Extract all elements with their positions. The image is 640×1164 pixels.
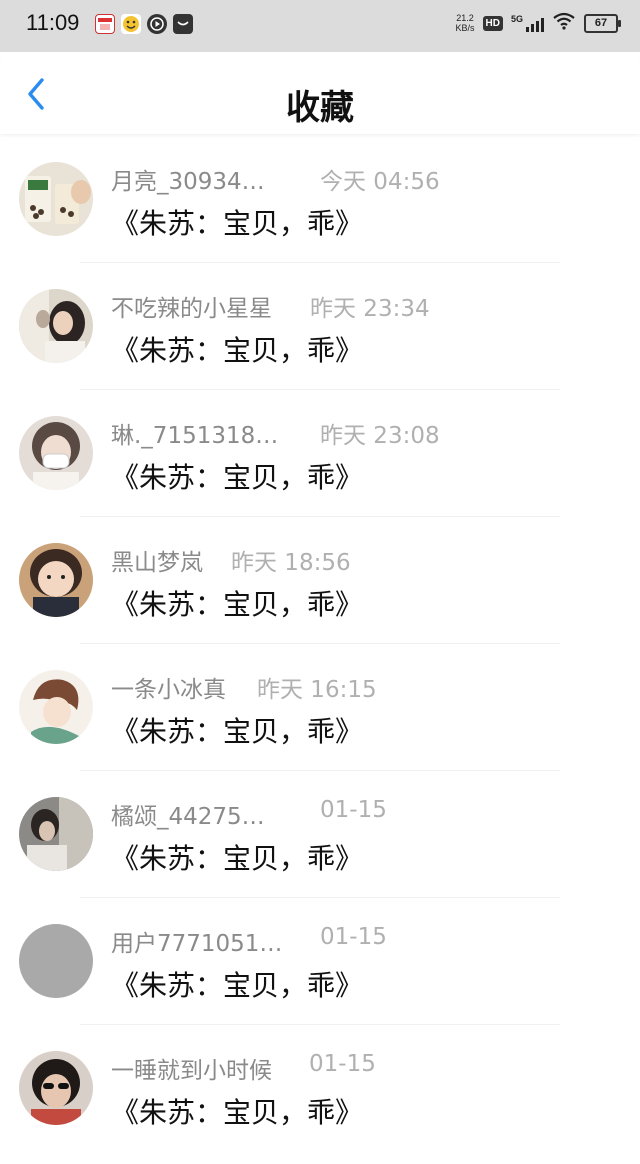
avatar[interactable] [19,416,93,490]
username[interactable]: 黑山梦岚 [111,543,203,577]
item-meta: 黑山梦岚 昨天 18:56 [111,543,631,577]
network-speed: 21.2 KB/s [456,13,475,33]
avatar[interactable] [19,924,93,998]
status-time: 11:09 [26,10,80,35]
media-app-icon [147,14,167,34]
wifi-icon [552,12,576,34]
timestamp: 01-15 [320,797,387,823]
username[interactable]: 一条小冰真 [111,670,226,704]
list-item[interactable]: 黑山梦岚 昨天 18:56 《朱苏：宝贝，乖》 [0,521,640,648]
item-title[interactable]: 《朱苏：宝贝，乖》 [111,710,363,750]
list-item[interactable]: 一睡就到小时候 01-15 《朱苏：宝贝，乖》 [0,1029,640,1156]
network-speed-unit: KB/s [455,23,475,33]
calendar-app-icon [95,14,115,34]
status-indicators: 21.2 KB/s HD 5G 67 [456,12,621,34]
item-title[interactable]: 《朱苏：宝贝，乖》 [111,329,363,369]
username[interactable]: 琳._7151318… [111,416,278,450]
network-speed-value: 21.2 [456,13,474,23]
header: 收藏 [0,52,640,134]
username[interactable]: 用户7771051… [111,924,282,958]
avatar[interactable] [19,797,93,871]
list-item[interactable]: 琳._7151318… 昨天 23:08 《朱苏：宝贝，乖》 [0,394,640,521]
username[interactable]: 不吃辣的小星星 [111,289,272,323]
avatar[interactable] [19,1051,93,1125]
timestamp: 01-15 [309,1051,376,1077]
signal-label: 5G [510,14,523,24]
list-item[interactable]: 一条小冰真 昨天 16:15 《朱苏：宝贝，乖》 [0,648,640,775]
divider [80,389,560,390]
item-meta: 不吃辣的小星星 昨天 23:34 [111,289,631,323]
list-item[interactable]: 橘颂_44275… 01-15 《朱苏：宝贝，乖》 [0,775,640,902]
username[interactable]: 一睡就到小时候 [111,1051,272,1085]
divider [80,770,560,771]
list-item[interactable]: 不吃辣的小星星 昨天 23:34 《朱苏：宝贝，乖》 [0,267,640,394]
battery-icon: 67 [584,13,621,33]
list-item[interactable]: 用户7771051… 01-15 《朱苏：宝贝，乖》 [0,902,640,1029]
favorites-list: 月亮_30934… 今天 04:56 《朱苏：宝贝，乖》 不吃辣的小星星 昨天 … [0,140,640,1156]
item-title[interactable]: 《朱苏：宝贝，乖》 [111,583,363,623]
timestamp: 昨天 23:34 [310,296,430,322]
item-title[interactable]: 《朱苏：宝贝，乖》 [111,837,363,877]
timestamp: 昨天 18:56 [231,550,351,576]
emoji-app-icon [121,14,141,34]
item-meta: 一条小冰真 昨天 16:15 [111,670,631,704]
avatar[interactable] [19,162,93,236]
avatar[interactable] [19,670,93,744]
timestamp: 昨天 23:08 [320,423,440,449]
item-title[interactable]: 《朱苏：宝贝，乖》 [111,1091,363,1131]
item-meta: 一睡就到小时候 01-15 [111,1051,631,1085]
timestamp: 今天 04:56 [320,169,440,195]
message-app-icon [173,14,193,34]
timestamp: 昨天 16:15 [257,677,377,703]
timestamp: 01-15 [320,924,387,950]
divider [80,262,560,263]
divider [80,516,560,517]
page-title: 收藏 [286,88,354,128]
item-title[interactable]: 《朱苏：宝贝，乖》 [111,456,363,496]
status-app-icons [95,14,193,34]
avatar[interactable] [19,289,93,363]
item-meta: 月亮_30934… 今天 04:56 [111,162,631,196]
item-meta: 琳._7151318… 昨天 23:08 [111,416,631,450]
list-item[interactable]: 月亮_30934… 今天 04:56 《朱苏：宝贝，乖》 [0,140,640,267]
item-meta: 用户7771051… 01-15 [111,924,631,958]
username[interactable]: 橘颂_44275… [111,797,265,831]
item-title[interactable]: 《朱苏：宝贝，乖》 [111,202,363,242]
avatar[interactable] [19,543,93,617]
divider [80,1024,560,1025]
hd-badge: HD [482,15,503,31]
divider [80,643,560,644]
divider [80,897,560,898]
status-bar: 11:09 21.2 KB/s HD 5G 67 [0,0,640,52]
username[interactable]: 月亮_30934… [111,162,265,196]
item-meta: 橘颂_44275… 01-15 [111,797,631,831]
cellular-signal-icon: 5G [511,14,544,32]
item-title[interactable]: 《朱苏：宝贝，乖》 [111,964,363,1004]
